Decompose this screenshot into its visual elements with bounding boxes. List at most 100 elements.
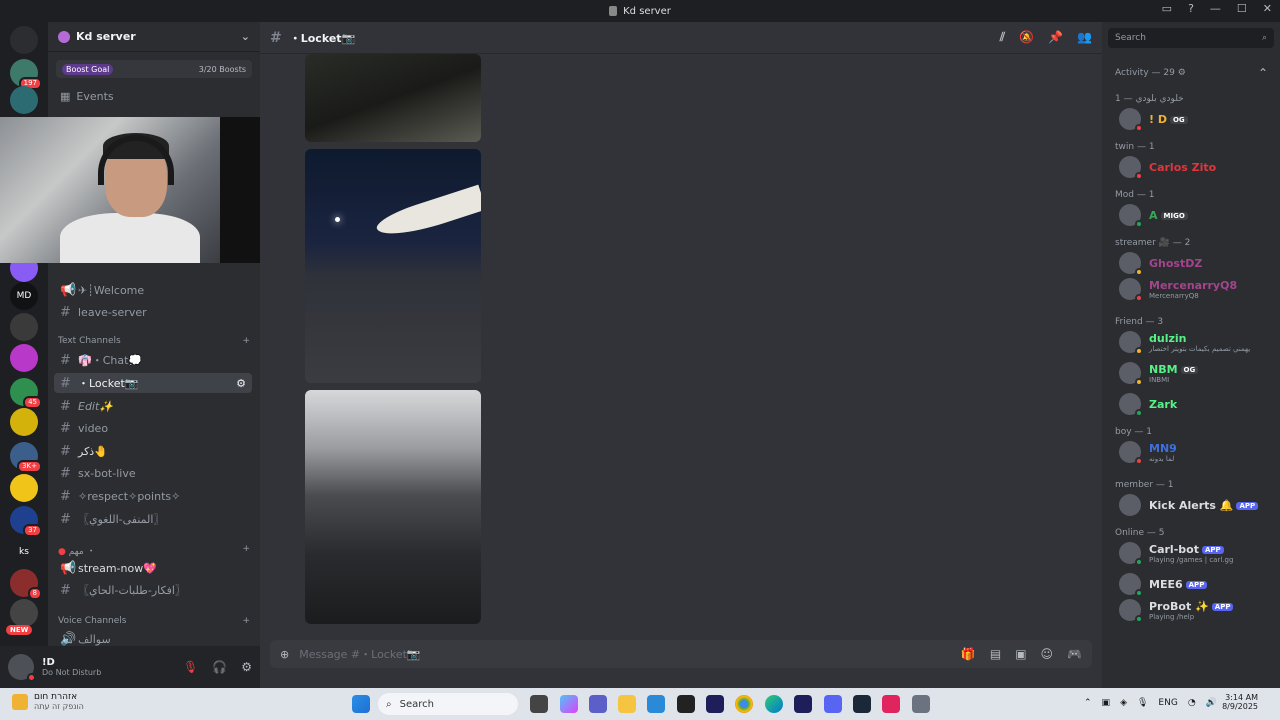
edge-icon[interactable] — [765, 695, 783, 713]
channel-ideas[interactable]: # 〖افكار-طلبات-الحاي〗 — [54, 580, 252, 600]
windows-start-icon[interactable] — [352, 695, 370, 713]
notification-widget[interactable]: אזהרת חום הונפק זה עתה — [12, 692, 84, 711]
channel-video[interactable]: # video — [54, 418, 252, 438]
server-icon[interactable] — [10, 344, 38, 372]
server-icon[interactable]: 8 — [10, 569, 42, 600]
boost-goal[interactable]: Boost Goal 3/20 Boosts — [56, 60, 252, 78]
gif-icon[interactable]: ▤ — [990, 647, 1001, 661]
file-explorer-icon[interactable] — [618, 695, 636, 713]
copilot-icon[interactable] — [560, 695, 578, 713]
channel-locket[interactable]: # ・Locket📷 ⚙ — [54, 373, 252, 393]
wifi-icon[interactable]: ◔ — [1188, 698, 1196, 708]
server-icon[interactable] — [10, 313, 38, 341]
server-icon[interactable] — [10, 474, 38, 502]
notifications-muted-icon[interactable]: 🔕 — [1019, 30, 1034, 45]
category-important[interactable]: ● مهم ・ + — [58, 544, 250, 557]
task-view-icon[interactable] — [530, 695, 548, 713]
channel-thikr[interactable]: # ذكر🤚 — [54, 441, 252, 461]
member-item[interactable]: MN9 لما بدونه — [1119, 441, 1275, 465]
chevron-up-icon[interactable]: ⌃ — [1084, 698, 1092, 708]
member-item[interactable]: A MIGO — [1119, 204, 1275, 228]
headphones-muted-icon[interactable]: 🎧 — [212, 660, 227, 674]
teams-icon[interactable] — [589, 695, 607, 713]
close-button[interactable]: ✕ — [1263, 2, 1272, 15]
discord-icon[interactable] — [824, 695, 842, 713]
mic-muted-icon[interactable]: 🎙 — [183, 660, 198, 674]
tray-mic-icon[interactable]: 🎙 — [1137, 698, 1148, 708]
channel-chat[interactable]: # 👘・Chat💭 — [54, 350, 252, 370]
app-red-icon[interactable] — [882, 695, 900, 713]
settings-icon[interactable]: ⚙ — [241, 660, 252, 674]
member-item[interactable]: MercenarryQ8 MercenarryQ8 — [1119, 278, 1275, 302]
tray-shield-icon[interactable]: ◈ — [1120, 698, 1127, 708]
server-icon[interactable] — [10, 408, 38, 436]
member-item[interactable]: ProBot ✨ APP Playing /help — [1119, 599, 1275, 623]
steam-icon[interactable] — [853, 695, 871, 713]
image-attachment[interactable] — [305, 390, 481, 624]
message-composer[interactable]: ⊕ Message #・Locket📷 🎁 ▤ ▣ ☺ 🎮 — [270, 640, 1092, 668]
member-item[interactable]: MEE6 APP — [1119, 573, 1275, 597]
premiere-icon[interactable] — [794, 695, 812, 713]
server-icon[interactable]: ks — [10, 538, 38, 566]
category-text-channels[interactable]: Text Channels + — [58, 336, 250, 346]
after-effects-icon[interactable] — [706, 695, 724, 713]
add-channel-icon[interactable]: + — [242, 616, 250, 626]
member-item[interactable]: Zark — [1119, 393, 1275, 417]
member-item[interactable]: GhostDZ — [1119, 252, 1275, 276]
channel-stream-now[interactable]: 📢 stream-now💖 — [54, 558, 252, 578]
server-icon[interactable]: MD — [10, 282, 38, 310]
maximize-button[interactable]: ☐ — [1237, 2, 1247, 15]
channel-leave-server[interactable]: # leave-server — [54, 302, 252, 322]
member-item[interactable]: Carl-bot APP Playing /games | carl.gg — [1119, 542, 1275, 566]
server-icon[interactable] — [10, 599, 38, 627]
server-icon[interactable]: 37 — [10, 506, 42, 537]
tray-app-icon[interactable]: ▣ — [1102, 698, 1111, 708]
member-item[interactable]: ! D OG — [1119, 108, 1275, 132]
server-icon[interactable]: 3K+ — [10, 442, 42, 473]
pin-icon[interactable]: 📌 — [1048, 30, 1063, 45]
clock[interactable]: 3:14 AM 8/9/2025 — [1222, 693, 1258, 711]
chrome-icon[interactable] — [735, 695, 753, 713]
activity-header[interactable]: Activity — 29 ⚙ — [1115, 68, 1186, 78]
channel-linguistic-exile[interactable]: # 〖المنفى-اللغوي〗 — [54, 509, 252, 529]
server-icon[interactable] — [10, 86, 38, 114]
app-icon[interactable] — [677, 695, 695, 713]
search-input[interactable]: Search ⌕ — [1108, 28, 1274, 48]
volume-icon[interactable]: 🔊 — [1206, 698, 1217, 708]
channel-respect-points[interactable]: # ✧respect✧points✧ — [54, 486, 252, 506]
avatar[interactable] — [8, 654, 36, 682]
taskbar-search[interactable]: ⌕ Search — [378, 693, 518, 715]
channel-edit[interactable]: # Edit✨ — [54, 396, 252, 416]
member-item[interactable]: dulzin يهمني تصميم بكيمات بتويتر اختصار — [1119, 331, 1275, 355]
help-icon[interactable]: ? — [1188, 2, 1194, 15]
add-channel-icon[interactable]: + — [242, 336, 250, 346]
add-attachment-icon[interactable]: ⊕ — [280, 648, 289, 661]
events-item[interactable]: ▦ Events — [48, 86, 260, 107]
channel-sx-bot-live[interactable]: # sx-bot-live — [54, 463, 252, 483]
minimize-button[interactable]: — — [1210, 2, 1221, 15]
member-item[interactable]: Kick Alerts 🔔 APP — [1119, 494, 1275, 516]
category-voice-channels[interactable]: Voice Channels + — [58, 616, 250, 626]
gear-icon[interactable]: ⚙ — [236, 377, 246, 390]
server-header[interactable]: Kd server ⌄ — [48, 22, 260, 52]
language-indicator[interactable]: ENG — [1158, 698, 1177, 708]
member-item[interactable]: NBM OG INBMI — [1119, 362, 1275, 386]
gift-icon[interactable]: 🎁 — [961, 647, 976, 661]
member-list-icon[interactable]: 👥 — [1077, 30, 1092, 45]
add-channel-icon[interactable]: + — [242, 544, 250, 557]
server-icon[interactable] — [10, 26, 38, 54]
activities-icon[interactable]: 🎮 — [1067, 647, 1082, 661]
image-attachment[interactable] — [305, 54, 481, 142]
server-icon[interactable]: 197 — [10, 59, 42, 90]
emoji-icon[interactable]: ☺ — [1041, 647, 1054, 661]
member-item[interactable]: Carlos Zito — [1119, 156, 1275, 180]
message-input[interactable]: Message #・Locket📷 — [299, 646, 420, 662]
threads-icon[interactable]: ⫽ — [1000, 30, 1005, 45]
inbox-icon[interactable]: ▭ — [1162, 2, 1172, 15]
settings-icon[interactable] — [912, 695, 930, 713]
channel-welcome[interactable]: 📢 ✈┊Welcome — [54, 280, 252, 300]
chevron-up-icon[interactable]: ⌃ — [1258, 66, 1268, 80]
server-icon[interactable]: 45 — [10, 378, 42, 409]
sticker-icon[interactable]: ▣ — [1015, 647, 1026, 661]
image-attachment[interactable] — [305, 149, 481, 383]
